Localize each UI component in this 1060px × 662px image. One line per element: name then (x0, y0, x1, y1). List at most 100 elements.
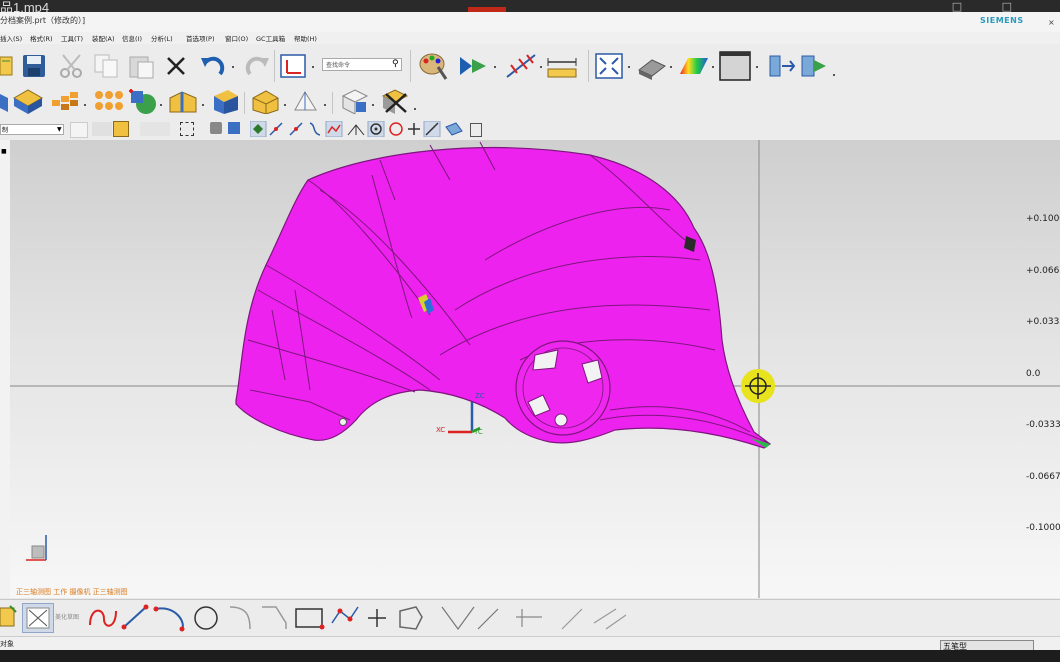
block-icon[interactable] (12, 88, 44, 118)
wcs-dropdown-icon[interactable] (312, 66, 314, 68)
rectangle-select-icon[interactable] (180, 122, 194, 136)
toolbar-separator (410, 50, 411, 82)
body-select-icon[interactable] (210, 122, 222, 134)
menu-insert[interactable]: 插入(S) (0, 33, 22, 43)
wcs-orient-icon[interactable] (280, 54, 306, 82)
undo-dropdown-icon[interactable] (232, 66, 234, 68)
status-bar: 对象 (0, 636, 1060, 651)
measure-distance-icon[interactable] (546, 54, 578, 84)
selection-options-icon[interactable] (470, 123, 482, 137)
fit-view-dropdown-icon[interactable] (628, 66, 630, 68)
edit-display-icon[interactable] (418, 51, 450, 85)
toolbar-separator (274, 50, 275, 82)
redo-icon[interactable] (244, 54, 270, 82)
helmet-model (235, 141, 772, 449)
pattern-dropdown-icon[interactable] (84, 104, 86, 106)
menu-gc-toolkit[interactable]: GC工具箱 (256, 33, 285, 43)
menu-window[interactable]: 窗口(O) (225, 33, 248, 43)
brand-logo: SIEMENS (980, 16, 1024, 25)
fit-view-icon[interactable] (595, 53, 623, 83)
draft-dropdown-icon[interactable] (324, 104, 326, 106)
unite-icon[interactable] (128, 88, 158, 120)
boolean-dropdown-icon[interactable] (160, 104, 162, 106)
selection-scope-icon[interactable] (70, 122, 88, 138)
toolbar-separator (244, 92, 245, 114)
view-triad-icon (26, 535, 47, 561)
video-player-bottom-bar (0, 650, 1060, 662)
y-tick-label: -0.0667 (1026, 472, 1060, 482)
resource-bar-icon[interactable]: ■ (1, 148, 7, 155)
menu-format[interactable]: 格式(R) (30, 33, 53, 43)
menu-tools[interactable]: 工具(T) (61, 33, 83, 43)
replace-face-icon[interactable] (340, 88, 370, 118)
undo-icon[interactable] (200, 54, 226, 82)
y-tick-label: -0.1000 (1026, 523, 1060, 533)
sketch-curve-icon[interactable] (505, 51, 537, 85)
delete-face-icon[interactable] (380, 88, 410, 118)
finish-sketch-icon[interactable] (0, 604, 18, 634)
y-tick-label: -0.0333 (1026, 420, 1060, 430)
shell-icon[interactable] (250, 88, 280, 118)
save-icon[interactable] (22, 54, 46, 82)
menu-info[interactable]: 信息(I) (122, 33, 142, 43)
zc-label: ZC (475, 392, 485, 400)
yc-label: YC (474, 428, 483, 436)
analysis-dropdown-icon[interactable] (712, 66, 714, 68)
background-icon[interactable] (719, 51, 751, 85)
render-dropdown-icon[interactable] (670, 66, 672, 68)
chevron-down-icon[interactable]: ▼ (57, 126, 62, 133)
filter-reset-icon[interactable] (92, 122, 112, 136)
view-name-label: 正三轴测图 工作 摄像机 正三轴测图 (16, 588, 128, 596)
menu-preferences[interactable]: 首选项(P) (186, 33, 215, 43)
shell-dropdown-icon[interactable] (284, 104, 286, 106)
face-analysis-icon[interactable] (678, 54, 710, 82)
xc-label: XC (436, 426, 446, 434)
trim-dropdown-icon[interactable] (202, 104, 204, 106)
snap-point-icon[interactable] (113, 121, 129, 137)
close-icon[interactable]: × (1048, 18, 1055, 27)
sketch-task-icon[interactable] (22, 603, 54, 633)
background-dropdown-icon[interactable] (756, 66, 758, 68)
render-style-icon[interactable] (636, 52, 668, 84)
array-feature-icon[interactable] (92, 88, 124, 118)
menu-assembly[interactable]: 装配(A) (92, 33, 115, 43)
draft-icon[interactable] (290, 88, 320, 118)
offset-face-icon[interactable] (210, 88, 240, 118)
snap-toolbar-icons[interactable] (249, 120, 470, 141)
menu-analysis[interactable]: 分析(L) (151, 33, 173, 43)
sketch-dropdown-icon[interactable] (540, 66, 542, 68)
sketch-curve-tools[interactable] (86, 603, 646, 637)
menu-help[interactable]: 帮助(H) (294, 33, 317, 43)
show-hide-icon[interactable] (458, 55, 488, 81)
window-title: 分档案例.prt（修改的）] (0, 16, 86, 25)
copy-icon[interactable] (94, 54, 120, 82)
face-select-icon[interactable] (228, 122, 240, 134)
move-handle-icon[interactable] (741, 369, 775, 403)
search-icon[interactable]: ⚲ (392, 59, 399, 69)
y-tick-label: +0.0667 (1026, 266, 1060, 276)
app-title-bar: 分档案例.prt（修改的）] SIEMENS × (0, 12, 1060, 33)
menu-bar: 插入(S) 格式(R) 工具(T) 装配(A) 信息(I) 分析(L) 首选项(… (0, 32, 1060, 44)
sketch-name-label: 美化草图 (55, 614, 80, 621)
type-filter-select[interactable]: 制 (0, 124, 64, 135)
pattern-icon[interactable] (50, 90, 80, 116)
new-file-icon[interactable] (0, 55, 14, 81)
y-tick-label: +0.0333 (1026, 317, 1060, 327)
section-dropdown-icon[interactable] (833, 74, 835, 76)
paste-icon[interactable] (128, 53, 156, 83)
y-tick-label: 0.0 (1026, 369, 1041, 379)
status-prompt: 对象 (0, 640, 14, 648)
command-search-input[interactable]: 查找命令 (322, 58, 402, 71)
edit-section-icon[interactable] (800, 54, 830, 82)
delete-face-dropdown-icon[interactable] (414, 108, 416, 110)
y-tick-label: +0.1000 (1026, 214, 1060, 224)
select-mode-icon[interactable] (140, 122, 170, 136)
extrude-icon[interactable] (0, 90, 10, 118)
graphics-window[interactable]: XC YC ZC +0.1000 +0.0667 +0.0333 0.0 -0.… (10, 140, 1060, 598)
cut-icon[interactable] (58, 52, 86, 84)
trim-body-icon[interactable] (168, 90, 198, 118)
clip-section-icon[interactable] (766, 54, 796, 82)
show-hide-dropdown-icon[interactable] (494, 66, 496, 68)
replace-dropdown-icon[interactable] (372, 104, 374, 106)
delete-icon[interactable] (166, 56, 186, 80)
